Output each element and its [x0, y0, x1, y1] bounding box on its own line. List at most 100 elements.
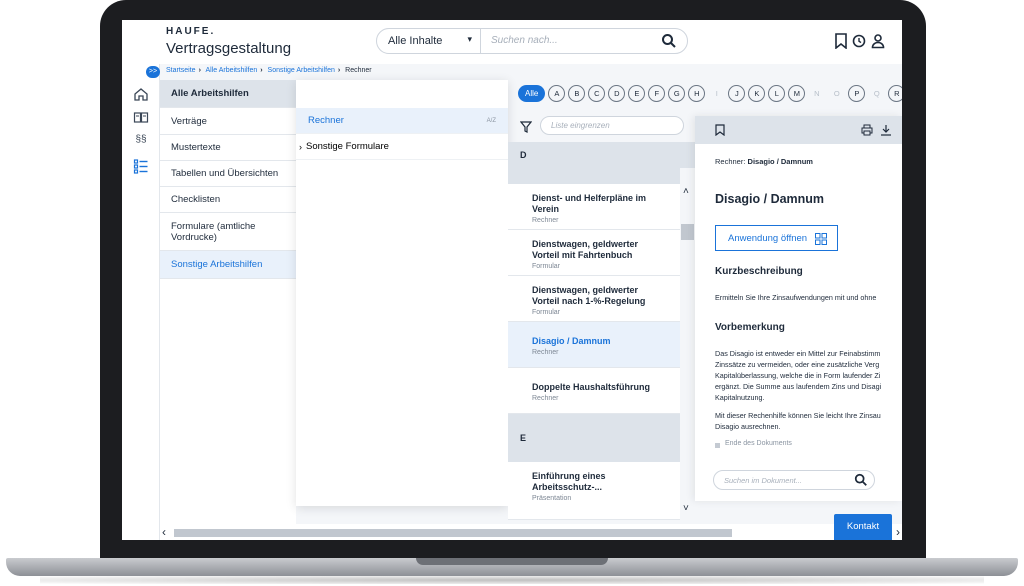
search-input[interactable]: Suchen nach... [491, 35, 558, 46]
category-item-vertraege[interactable]: Verträge [160, 108, 296, 135]
result-type: Formular [532, 309, 561, 316]
category-item-sonstige[interactable]: Sonstige Arbeitshilfen [160, 251, 296, 279]
category-item-mustertexte[interactable]: Mustertexte [160, 135, 296, 161]
alphabet-letter-q: Q [873, 89, 880, 98]
bookmark-icon[interactable] [834, 33, 848, 49]
result-item[interactable]: Doppelte Haushaltsführung Rechner [508, 368, 680, 414]
result-title: Disagio / Damnum [532, 336, 611, 346]
paragraph-icon[interactable]: §§ [133, 134, 149, 150]
result-list: Liste eingrenzen D Dienst- und Helferplä… [508, 110, 695, 540]
result-item[interactable]: Dienstwagen, geldwerter Vorteil nach 1-%… [508, 276, 680, 322]
alphabet-letter-d[interactable]: D [608, 85, 626, 102]
alphabet-letter-l[interactable]: L [768, 85, 786, 102]
chevron-down-icon: ▾ [467, 34, 472, 44]
section-text-line: Kapitalnutzung. [715, 393, 765, 402]
breadcrumb-current: Rechner [345, 67, 372, 74]
category-heading[interactable]: Alle Arbeitshilfen [160, 80, 296, 108]
alphabet-letter-r[interactable]: R [888, 85, 902, 102]
open-application-label: Anwendung öffnen [728, 233, 808, 244]
print-icon[interactable] [861, 124, 873, 136]
list-scrollbar-thumb[interactable] [681, 224, 694, 240]
letter-group-divider [508, 168, 680, 184]
search-icon[interactable] [661, 33, 677, 49]
alphabet-letter-o: O [833, 89, 840, 98]
chevron-up-icon[interactable]: ˄ [683, 186, 689, 197]
open-application-button[interactable]: Anwendung öffnen [715, 225, 838, 251]
alphabet-letter-g[interactable]: G [668, 85, 686, 102]
alphabet-letter-m[interactable]: M [788, 85, 806, 102]
result-title: Einführung eines [532, 471, 606, 481]
book-icon[interactable] [133, 110, 149, 126]
alphabet-letter-k[interactable]: K [748, 85, 766, 102]
subcategory-label: Sonstige Formulare [306, 141, 389, 152]
breadcrumb-item[interactable]: Sonstige Arbeitshilfen [268, 67, 335, 74]
result-title: Dienstwagen, geldwerter [532, 285, 639, 295]
chevron-down-icon[interactable]: ˅ [683, 503, 689, 514]
subcategory-item-sonstige-formulare[interactable]: › Sonstige Formulare [296, 134, 508, 160]
home-icon[interactable] [133, 86, 149, 102]
alphabet-letter-a[interactable]: A [548, 85, 566, 102]
list-filter-input[interactable]: Liste eingrenzen [540, 116, 684, 135]
result-item[interactable]: Dienstwagen, geldwerter Vorteil mit Fahr… [508, 230, 680, 276]
subcategory-column: Rechner A/Z › Sonstige Formulare [296, 80, 508, 506]
expand-rail-button[interactable]: >> [146, 66, 160, 78]
alphabet-letter-b[interactable]: B [568, 85, 586, 102]
result-title-line2: Vorteil nach 1-%-Regelung [532, 296, 646, 306]
left-rail: >> §§ [122, 64, 160, 540]
section-heading-kurzbeschreibung: Kurzbeschreibung [715, 266, 803, 277]
search-icon[interactable] [854, 473, 868, 487]
alphabet-all-button[interactable]: Alle [518, 85, 546, 102]
alphabet-letter-p[interactable]: P [848, 85, 866, 102]
letter-group-header: D [508, 142, 695, 168]
grid-icon [815, 233, 827, 245]
breadcrumb-separator: › [337, 67, 341, 74]
result-type: Formular [532, 263, 561, 270]
category-item-formulare[interactable]: Formulare (amtliche Vordrucke) [160, 213, 296, 251]
contact-button[interactable]: Kontakt [834, 514, 892, 540]
category-item-checklisten[interactable]: Checklisten [160, 187, 296, 213]
result-title-line2: Arbeitsschutz-... [532, 482, 603, 492]
search-scope-select[interactable]: Alle Inhalte ▾ [377, 29, 481, 53]
alphabet-letter-f[interactable]: F [648, 85, 666, 102]
history-icon[interactable] [852, 33, 866, 49]
result-item-selected[interactable]: Disagio / Damnum Rechner [508, 322, 680, 368]
bookmark-icon[interactable] [715, 124, 725, 136]
horizontal-scrollbar-thumb[interactable] [174, 529, 732, 537]
horizontal-scrollbar[interactable]: ‹ › [160, 524, 902, 540]
chevron-right-icon[interactable]: › [896, 525, 900, 539]
laptop-shadow [40, 576, 984, 584]
letter-group-header: E [508, 414, 680, 462]
document-toolbar [695, 116, 902, 144]
section-text-line: Mit dieser Rechenhilfe können Sie leicht… [715, 411, 881, 420]
download-icon[interactable] [880, 124, 892, 136]
result-item[interactable]: Dienst- und Helferpläne im Verein Rechne… [508, 184, 680, 230]
document-search-input[interactable]: Suchen im Dokument... [713, 470, 875, 490]
filter-icon[interactable] [520, 121, 532, 133]
alphabet-letter-c[interactable]: C [588, 85, 606, 102]
result-type: Präsentation [532, 495, 572, 502]
section-text-line: ergänzt. Die Summe aus laufendem Zins un… [715, 382, 882, 391]
document-panel: Rechner: Disagio / Damnum Disagio / Damn… [695, 116, 902, 501]
app-screen: HAUFE. Vertragsgestaltung Alle Inhalte ▾… [122, 20, 902, 540]
result-title: Dienst- und Helferpläne im [532, 193, 647, 203]
result-item[interactable]: Einführung eines Arbeitsschutz-... Präse… [508, 462, 680, 520]
section-heading-vorbemerkung: Vorbemerkung [715, 322, 785, 333]
chevron-left-icon[interactable]: ‹ [162, 525, 166, 539]
subcategory-item-rechner[interactable]: Rechner A/Z [296, 108, 508, 134]
laptop-notch [416, 558, 608, 565]
document-search-placeholder: Suchen im Dokument... [724, 476, 802, 485]
category-column: Alle Arbeitshilfen Verträge Mustertexte … [160, 80, 296, 540]
section-text-line: Das Disagio ist entweder ein Mittel zur … [715, 349, 881, 358]
category-item-tabellen[interactable]: Tabellen und Übersichten [160, 161, 296, 187]
list-icon[interactable] [133, 158, 149, 174]
breadcrumb-item[interactable]: Startseite [166, 67, 196, 74]
alphabet-letter-i: I [715, 89, 718, 98]
result-type: Rechner [532, 395, 559, 402]
subcategory-label: Rechner [308, 115, 344, 126]
alphabet-letter-e[interactable]: E [628, 85, 646, 102]
alphabet-letter-h[interactable]: H [688, 85, 706, 102]
alphabet-letter-j[interactable]: J [728, 85, 746, 102]
breadcrumb-item[interactable]: Alle Arbeitshilfen [205, 67, 257, 74]
user-icon[interactable] [871, 33, 885, 49]
chevron-right-icon: › [299, 141, 302, 152]
